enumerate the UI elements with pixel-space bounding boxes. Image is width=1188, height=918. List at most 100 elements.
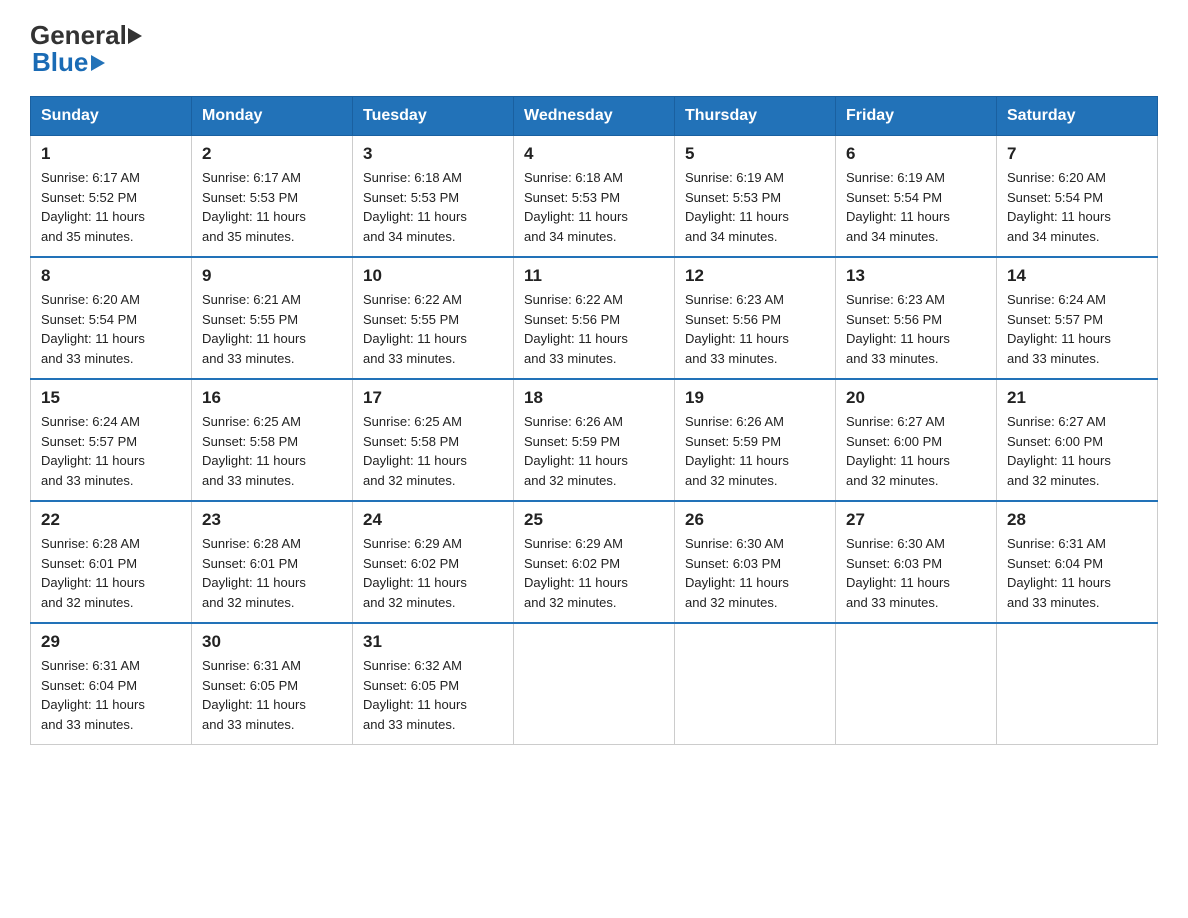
day-info: Sunrise: 6:25 AMSunset: 5:58 PMDaylight:… bbox=[363, 412, 503, 490]
calendar-day-cell bbox=[836, 623, 997, 745]
day-info: Sunrise: 6:23 AMSunset: 5:56 PMDaylight:… bbox=[846, 290, 986, 368]
day-info: Sunrise: 6:32 AMSunset: 6:05 PMDaylight:… bbox=[363, 656, 503, 734]
day-info: Sunrise: 6:22 AMSunset: 5:56 PMDaylight:… bbox=[524, 290, 664, 368]
day-number: 21 bbox=[1007, 388, 1147, 408]
col-header-monday: Monday bbox=[192, 97, 353, 136]
day-info: Sunrise: 6:20 AMSunset: 5:54 PMDaylight:… bbox=[41, 290, 181, 368]
calendar-day-cell: 18 Sunrise: 6:26 AMSunset: 5:59 PMDaylig… bbox=[514, 379, 675, 501]
day-info: Sunrise: 6:19 AMSunset: 5:54 PMDaylight:… bbox=[846, 168, 986, 246]
calendar-header-row: SundayMondayTuesdayWednesdayThursdayFrid… bbox=[31, 97, 1158, 136]
day-info: Sunrise: 6:29 AMSunset: 6:02 PMDaylight:… bbox=[363, 534, 503, 612]
day-info: Sunrise: 6:31 AMSunset: 6:04 PMDaylight:… bbox=[1007, 534, 1147, 612]
calendar-table: SundayMondayTuesdayWednesdayThursdayFrid… bbox=[30, 96, 1158, 745]
day-info: Sunrise: 6:29 AMSunset: 6:02 PMDaylight:… bbox=[524, 534, 664, 612]
day-number: 8 bbox=[41, 266, 181, 286]
day-number: 12 bbox=[685, 266, 825, 286]
calendar-week-row: 15 Sunrise: 6:24 AMSunset: 5:57 PMDaylig… bbox=[31, 379, 1158, 501]
calendar-day-cell: 7 Sunrise: 6:20 AMSunset: 5:54 PMDayligh… bbox=[997, 136, 1158, 258]
logo: General Blue bbox=[30, 20, 142, 78]
day-info: Sunrise: 6:28 AMSunset: 6:01 PMDaylight:… bbox=[202, 534, 342, 612]
calendar-day-cell: 8 Sunrise: 6:20 AMSunset: 5:54 PMDayligh… bbox=[31, 257, 192, 379]
day-number: 10 bbox=[363, 266, 503, 286]
day-number: 25 bbox=[524, 510, 664, 530]
day-info: Sunrise: 6:27 AMSunset: 6:00 PMDaylight:… bbox=[1007, 412, 1147, 490]
calendar-day-cell: 22 Sunrise: 6:28 AMSunset: 6:01 PMDaylig… bbox=[31, 501, 192, 623]
col-header-saturday: Saturday bbox=[997, 97, 1158, 136]
day-number: 16 bbox=[202, 388, 342, 408]
day-info: Sunrise: 6:24 AMSunset: 5:57 PMDaylight:… bbox=[1007, 290, 1147, 368]
day-number: 15 bbox=[41, 388, 181, 408]
calendar-day-cell: 2 Sunrise: 6:17 AMSunset: 5:53 PMDayligh… bbox=[192, 136, 353, 258]
calendar-day-cell: 24 Sunrise: 6:29 AMSunset: 6:02 PMDaylig… bbox=[353, 501, 514, 623]
calendar-day-cell: 3 Sunrise: 6:18 AMSunset: 5:53 PMDayligh… bbox=[353, 136, 514, 258]
col-header-tuesday: Tuesday bbox=[353, 97, 514, 136]
calendar-day-cell: 16 Sunrise: 6:25 AMSunset: 5:58 PMDaylig… bbox=[192, 379, 353, 501]
day-number: 18 bbox=[524, 388, 664, 408]
calendar-day-cell: 25 Sunrise: 6:29 AMSunset: 6:02 PMDaylig… bbox=[514, 501, 675, 623]
col-header-friday: Friday bbox=[836, 97, 997, 136]
calendar-week-row: 1 Sunrise: 6:17 AMSunset: 5:52 PMDayligh… bbox=[31, 136, 1158, 258]
calendar-day-cell: 17 Sunrise: 6:25 AMSunset: 5:58 PMDaylig… bbox=[353, 379, 514, 501]
calendar-week-row: 22 Sunrise: 6:28 AMSunset: 6:01 PMDaylig… bbox=[31, 501, 1158, 623]
calendar-day-cell: 10 Sunrise: 6:22 AMSunset: 5:55 PMDaylig… bbox=[353, 257, 514, 379]
calendar-day-cell bbox=[514, 623, 675, 745]
day-number: 13 bbox=[846, 266, 986, 286]
col-header-sunday: Sunday bbox=[31, 97, 192, 136]
calendar-day-cell: 26 Sunrise: 6:30 AMSunset: 6:03 PMDaylig… bbox=[675, 501, 836, 623]
day-info: Sunrise: 6:31 AMSunset: 6:04 PMDaylight:… bbox=[41, 656, 181, 734]
calendar-day-cell: 29 Sunrise: 6:31 AMSunset: 6:04 PMDaylig… bbox=[31, 623, 192, 745]
calendar-day-cell: 20 Sunrise: 6:27 AMSunset: 6:00 PMDaylig… bbox=[836, 379, 997, 501]
calendar-day-cell: 15 Sunrise: 6:24 AMSunset: 5:57 PMDaylig… bbox=[31, 379, 192, 501]
calendar-day-cell: 11 Sunrise: 6:22 AMSunset: 5:56 PMDaylig… bbox=[514, 257, 675, 379]
day-number: 26 bbox=[685, 510, 825, 530]
calendar-day-cell: 12 Sunrise: 6:23 AMSunset: 5:56 PMDaylig… bbox=[675, 257, 836, 379]
day-info: Sunrise: 6:30 AMSunset: 6:03 PMDaylight:… bbox=[685, 534, 825, 612]
logo-arrow-blue bbox=[91, 55, 105, 71]
calendar-day-cell: 4 Sunrise: 6:18 AMSunset: 5:53 PMDayligh… bbox=[514, 136, 675, 258]
day-info: Sunrise: 6:21 AMSunset: 5:55 PMDaylight:… bbox=[202, 290, 342, 368]
day-number: 5 bbox=[685, 144, 825, 164]
calendar-day-cell: 19 Sunrise: 6:26 AMSunset: 5:59 PMDaylig… bbox=[675, 379, 836, 501]
day-info: Sunrise: 6:18 AMSunset: 5:53 PMDaylight:… bbox=[524, 168, 664, 246]
day-number: 1 bbox=[41, 144, 181, 164]
day-info: Sunrise: 6:31 AMSunset: 6:05 PMDaylight:… bbox=[202, 656, 342, 734]
day-number: 29 bbox=[41, 632, 181, 652]
day-info: Sunrise: 6:17 AMSunset: 5:53 PMDaylight:… bbox=[202, 168, 342, 246]
day-number: 23 bbox=[202, 510, 342, 530]
day-info: Sunrise: 6:24 AMSunset: 5:57 PMDaylight:… bbox=[41, 412, 181, 490]
day-number: 30 bbox=[202, 632, 342, 652]
day-info: Sunrise: 6:23 AMSunset: 5:56 PMDaylight:… bbox=[685, 290, 825, 368]
calendar-day-cell: 30 Sunrise: 6:31 AMSunset: 6:05 PMDaylig… bbox=[192, 623, 353, 745]
day-number: 27 bbox=[846, 510, 986, 530]
day-info: Sunrise: 6:28 AMSunset: 6:01 PMDaylight:… bbox=[41, 534, 181, 612]
day-info: Sunrise: 6:22 AMSunset: 5:55 PMDaylight:… bbox=[363, 290, 503, 368]
day-number: 28 bbox=[1007, 510, 1147, 530]
calendar-day-cell: 1 Sunrise: 6:17 AMSunset: 5:52 PMDayligh… bbox=[31, 136, 192, 258]
day-number: 20 bbox=[846, 388, 986, 408]
day-info: Sunrise: 6:27 AMSunset: 6:00 PMDaylight:… bbox=[846, 412, 986, 490]
day-number: 2 bbox=[202, 144, 342, 164]
day-number: 19 bbox=[685, 388, 825, 408]
calendar-day-cell: 21 Sunrise: 6:27 AMSunset: 6:00 PMDaylig… bbox=[997, 379, 1158, 501]
day-number: 14 bbox=[1007, 266, 1147, 286]
calendar-day-cell: 23 Sunrise: 6:28 AMSunset: 6:01 PMDaylig… bbox=[192, 501, 353, 623]
calendar-day-cell: 31 Sunrise: 6:32 AMSunset: 6:05 PMDaylig… bbox=[353, 623, 514, 745]
calendar-day-cell: 28 Sunrise: 6:31 AMSunset: 6:04 PMDaylig… bbox=[997, 501, 1158, 623]
day-info: Sunrise: 6:19 AMSunset: 5:53 PMDaylight:… bbox=[685, 168, 825, 246]
calendar-day-cell: 6 Sunrise: 6:19 AMSunset: 5:54 PMDayligh… bbox=[836, 136, 997, 258]
calendar-day-cell bbox=[675, 623, 836, 745]
calendar-day-cell: 5 Sunrise: 6:19 AMSunset: 5:53 PMDayligh… bbox=[675, 136, 836, 258]
logo-blue-text: Blue bbox=[32, 47, 88, 78]
calendar-day-cell: 9 Sunrise: 6:21 AMSunset: 5:55 PMDayligh… bbox=[192, 257, 353, 379]
day-number: 7 bbox=[1007, 144, 1147, 164]
day-info: Sunrise: 6:25 AMSunset: 5:58 PMDaylight:… bbox=[202, 412, 342, 490]
day-info: Sunrise: 6:26 AMSunset: 5:59 PMDaylight:… bbox=[524, 412, 664, 490]
logo-arrow-dark bbox=[128, 28, 142, 44]
day-number: 6 bbox=[846, 144, 986, 164]
day-info: Sunrise: 6:18 AMSunset: 5:53 PMDaylight:… bbox=[363, 168, 503, 246]
day-number: 31 bbox=[363, 632, 503, 652]
day-number: 17 bbox=[363, 388, 503, 408]
day-number: 9 bbox=[202, 266, 342, 286]
day-info: Sunrise: 6:20 AMSunset: 5:54 PMDaylight:… bbox=[1007, 168, 1147, 246]
calendar-day-cell bbox=[997, 623, 1158, 745]
